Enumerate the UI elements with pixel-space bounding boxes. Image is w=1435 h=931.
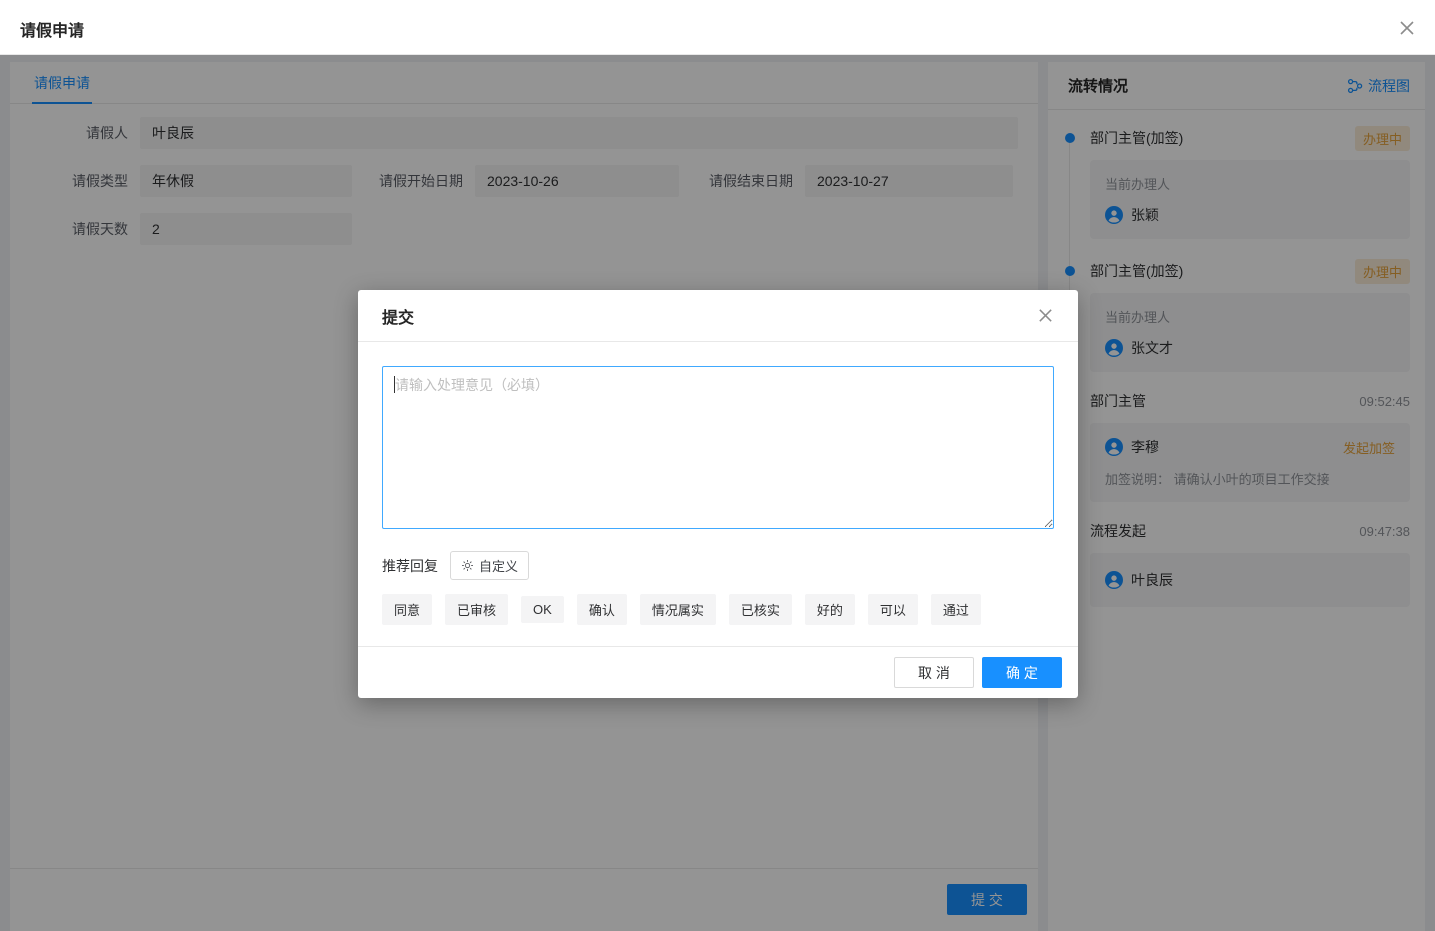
suggest-row: 推荐回复 自定义 — [382, 551, 1054, 580]
page-close-icon[interactable] — [1398, 19, 1416, 37]
quick-reply-chip[interactable]: 好的 — [805, 594, 855, 625]
quick-reply-chip[interactable]: 情况属实 — [640, 594, 716, 625]
modal-close-icon[interactable] — [1037, 307, 1054, 324]
customize-button[interactable]: 自定义 — [450, 551, 529, 580]
quick-reply-chip[interactable]: 确认 — [577, 594, 627, 625]
submit-modal: 提交 推荐回复 自定义 同意 — [358, 290, 1078, 698]
modal-footer: 取 消 确 定 — [358, 646, 1078, 698]
page-header: 请假申请 — [0, 0, 1435, 55]
quick-reply-chip[interactable]: 可以 — [868, 594, 918, 625]
quick-reply-chip[interactable]: 通过 — [931, 594, 981, 625]
cancel-button[interactable]: 取 消 — [894, 657, 974, 688]
opinion-textarea[interactable] — [382, 366, 1054, 529]
page-title: 请假申请 — [20, 17, 84, 41]
modal-body: 推荐回复 自定义 同意 已审核 OK 确认 情况属实 已核实 好的 可以 通 — [358, 342, 1078, 649]
suggest-label: 推荐回复 — [382, 556, 438, 576]
quick-reply-chip[interactable]: 已核实 — [729, 594, 792, 625]
page: 请假申请 请假申请 请假人 叶良辰 请假类型 年休假 请假开始日期 2023-1… — [0, 0, 1435, 931]
quick-reply-chip[interactable]: 已审核 — [445, 594, 508, 625]
opinion-textarea-wrap — [382, 366, 1054, 532]
text-caret — [394, 376, 395, 393]
modal-title: 提交 — [382, 304, 414, 328]
quick-reply-chips: 同意 已审核 OK 确认 情况属实 已核实 好的 可以 通过 — [382, 594, 1054, 625]
confirm-button[interactable]: 确 定 — [982, 657, 1062, 688]
gear-icon — [461, 559, 474, 572]
customize-button-label: 自定义 — [479, 556, 518, 575]
quick-reply-chip[interactable]: OK — [521, 596, 564, 623]
modal-header: 提交 — [358, 290, 1078, 342]
quick-reply-chip[interactable]: 同意 — [382, 594, 432, 625]
